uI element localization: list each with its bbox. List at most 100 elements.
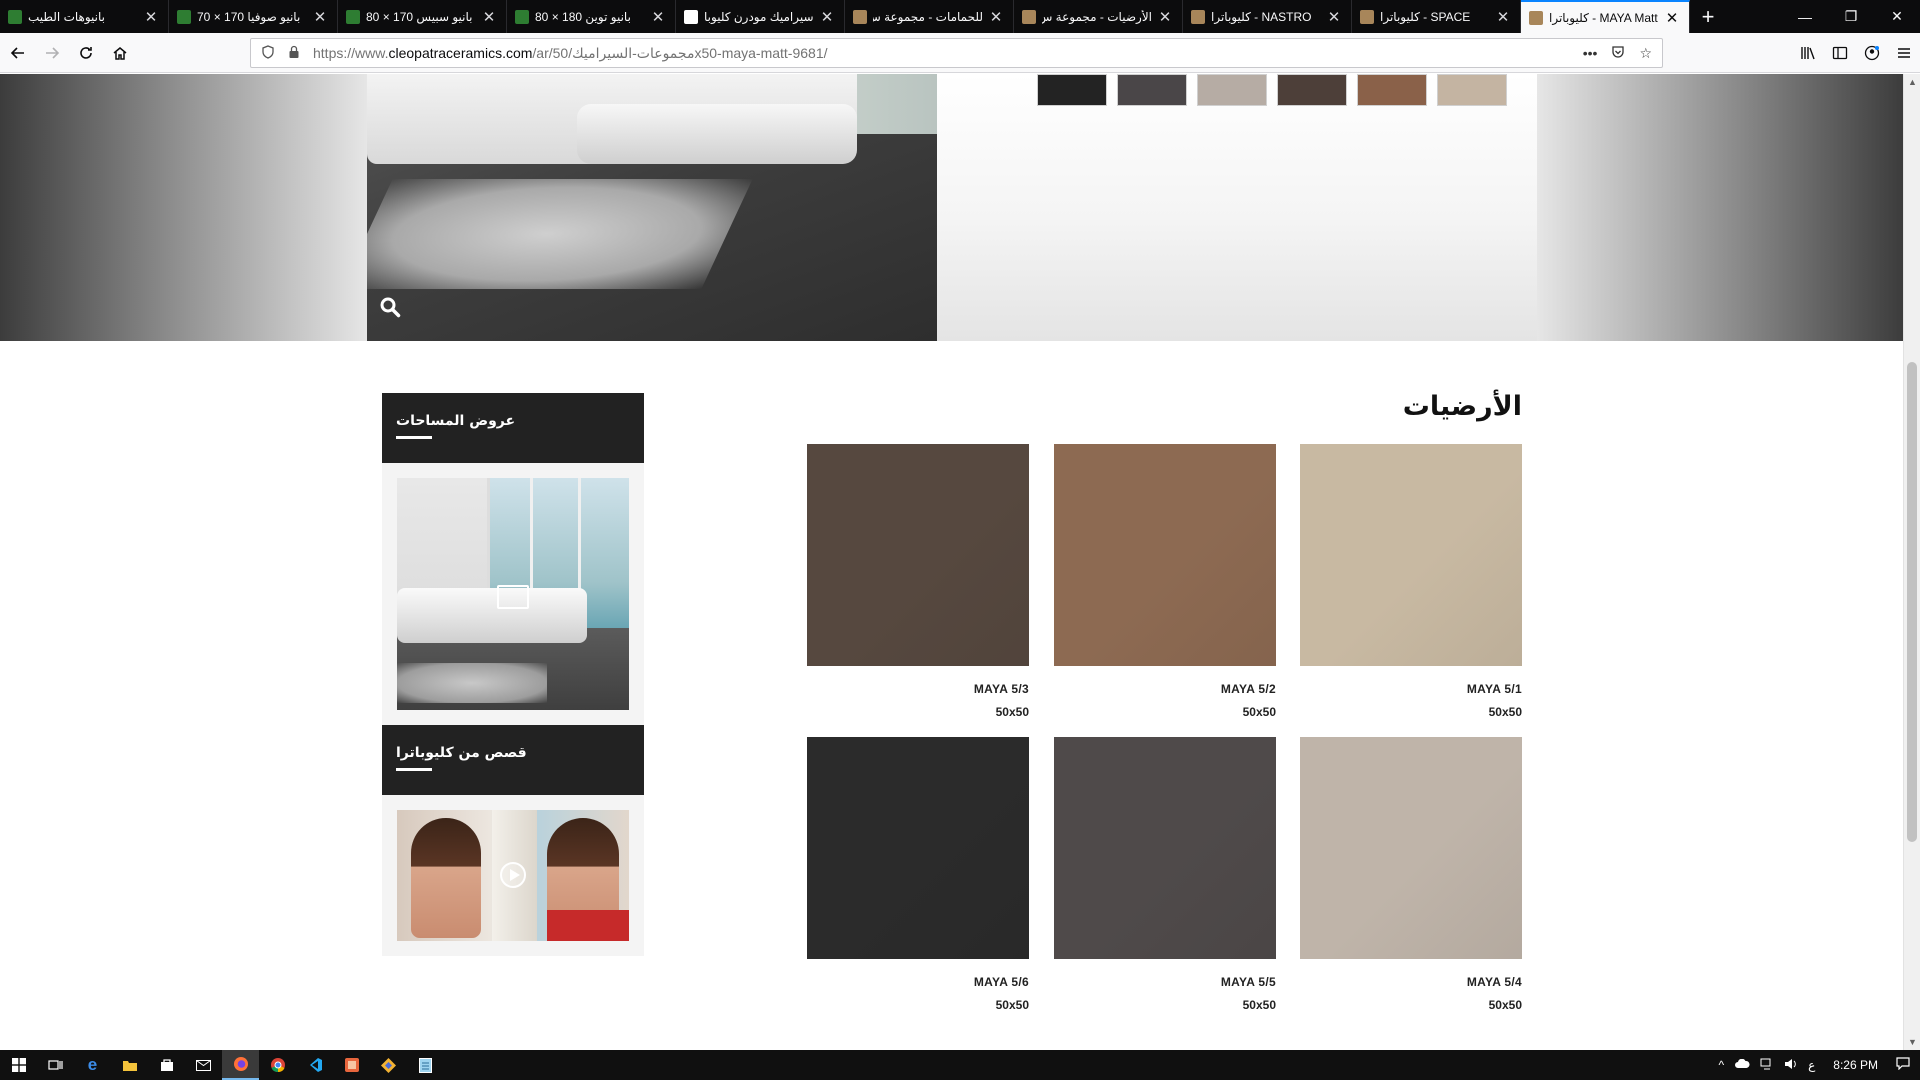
tile-name[interactable]: MAYA 5/4: [1300, 975, 1522, 989]
app-orange-icon[interactable]: [333, 1050, 370, 1080]
back-button[interactable]: [2, 37, 34, 69]
tab-close-icon[interactable]: ✕: [649, 8, 667, 26]
action-center-icon[interactable]: [1896, 1057, 1910, 1073]
browser-tab[interactable]: بانيو سبيس 170 × 80 ✕: [338, 0, 507, 33]
minimize-button[interactable]: —: [1782, 0, 1828, 33]
edge-browser-icon[interactable]: e: [74, 1050, 111, 1080]
restore-button[interactable]: ❐: [1828, 0, 1874, 33]
tile-image[interactable]: [1300, 737, 1522, 959]
floor-tile-card[interactable]: MAYA 5/4 50x50: [1300, 737, 1522, 1012]
menu-icon[interactable]: [1888, 37, 1920, 69]
floor-tile-card[interactable]: MAYA 5/1 50x50: [1300, 444, 1522, 719]
browser-tab[interactable]: بانيوهات الطيب ✕: [0, 0, 169, 33]
tab-close-icon[interactable]: ✕: [142, 8, 160, 26]
browser-tab[interactable]: سيراميك مودرن كليوبا ✕: [676, 0, 845, 33]
tab-close-icon[interactable]: ✕: [1325, 8, 1343, 26]
notepad-icon[interactable]: [407, 1050, 444, 1080]
tile-image[interactable]: [1300, 444, 1522, 666]
tile-image[interactable]: [1054, 444, 1276, 666]
pocket-icon[interactable]: [1611, 45, 1625, 62]
tile-image[interactable]: [807, 737, 1029, 959]
zoom-search-icon[interactable]: [379, 296, 405, 322]
chrome-icon[interactable]: [259, 1050, 296, 1080]
tile-name[interactable]: MAYA 5/1: [1300, 682, 1522, 696]
library-icon[interactable]: [1792, 37, 1824, 69]
home-button[interactable]: [104, 37, 136, 69]
story-person-left: [411, 818, 481, 938]
forward-button[interactable]: [36, 37, 68, 69]
account-icon[interactable]: [1856, 37, 1888, 69]
scrollbar-thumb[interactable]: [1907, 362, 1917, 842]
browser-tab[interactable]: الأرضيات - مجموعة س ✕: [1014, 0, 1183, 33]
tab-close-icon[interactable]: ✕: [1663, 9, 1681, 27]
color-swatch[interactable]: [1437, 74, 1507, 106]
browser-tab-active[interactable]: MAYA Matt - كليوباترا ✕: [1521, 0, 1690, 33]
sidebar-toggle-icon[interactable]: [1824, 37, 1856, 69]
address-bar[interactable]: https://www.cleopatraceramics.com/ar/50/…: [250, 38, 1663, 68]
product-main-photo[interactable]: [367, 74, 937, 341]
file-explorer-icon[interactable]: [111, 1050, 148, 1080]
system-clock[interactable]: 8:26 PM: [1833, 1058, 1878, 1072]
color-swatches: [1037, 74, 1507, 106]
reload-button[interactable]: [70, 37, 102, 69]
floor-tile-card[interactable]: MAYA 5/2 50x50: [1054, 444, 1276, 719]
story-video-thumbnail[interactable]: [397, 810, 629, 941]
floor-tile-card[interactable]: MAYA 5/5 50x50: [1054, 737, 1276, 1012]
promo-image[interactable]: [397, 478, 629, 710]
color-swatch[interactable]: [1357, 74, 1427, 106]
mail-icon[interactable]: [185, 1050, 222, 1080]
promo-image-rug: [397, 663, 547, 703]
vscode-icon[interactable]: [296, 1050, 333, 1080]
tab-title: بانيوهات الطيب: [28, 9, 106, 24]
tab-close-icon[interactable]: ✕: [987, 8, 1005, 26]
browser-tab[interactable]: بانيو صوفيا 170 × 70 ✕: [169, 0, 338, 33]
color-swatch[interactable]: [1117, 74, 1187, 106]
chevron-up-icon[interactable]: ^: [1718, 1058, 1724, 1072]
firefox-icon[interactable]: [222, 1050, 259, 1080]
scroll-down-icon[interactable]: ▼: [1904, 1034, 1920, 1050]
browser-tab-strip: بانيوهات الطيب ✕ بانيو صوفيا 170 × 70 ✕ باني…: [0, 0, 1920, 33]
close-window-button[interactable]: ✕: [1874, 0, 1920, 33]
input-language-indicator[interactable]: ع: [1808, 1058, 1815, 1072]
onedrive-cloud-icon[interactable]: [1734, 1058, 1750, 1072]
product-hero: [0, 74, 1903, 341]
browser-tab[interactable]: بانيو توين 180 × 80 ✕: [507, 0, 676, 33]
page-scrollbar[interactable]: ▲ ▼: [1903, 74, 1920, 1050]
task-view-icon[interactable]: [37, 1050, 74, 1080]
tab-close-icon[interactable]: ✕: [1494, 8, 1512, 26]
lock-icon[interactable]: [287, 45, 303, 62]
browser-tab[interactable]: NASTRO - كليوباترا ✕: [1183, 0, 1352, 33]
network-icon[interactable]: [1760, 1058, 1774, 1073]
app-diamond-icon[interactable]: [370, 1050, 407, 1080]
tab-favicon-icon: [1529, 10, 1543, 25]
promo-widget-title: عروض المساحات: [396, 413, 516, 429]
tile-image[interactable]: [1054, 737, 1276, 959]
bookmark-star-icon[interactable]: ☆: [1639, 45, 1652, 62]
start-windows-icon[interactable]: [0, 1050, 37, 1080]
color-swatch[interactable]: [1277, 74, 1347, 106]
floor-tile-card[interactable]: MAYA 5/6 50x50: [807, 737, 1029, 1012]
color-swatch[interactable]: [1197, 74, 1267, 106]
browser-tab[interactable]: للحمامات - مجموعة س ✕: [845, 0, 1014, 33]
tile-name[interactable]: MAYA 5/3: [807, 682, 1029, 696]
browser-tab[interactable]: SPACE - كليوباترا ✕: [1352, 0, 1521, 33]
tab-close-icon[interactable]: ✕: [311, 8, 329, 26]
tab-title: سيراميك مودرن كليوبا: [704, 9, 814, 24]
tile-name[interactable]: MAYA 5/5: [1054, 975, 1276, 989]
new-tab-button[interactable]: +: [1690, 0, 1726, 33]
floor-tile-card[interactable]: MAYA 5/3 50x50: [807, 444, 1029, 719]
tab-close-icon[interactable]: ✕: [818, 8, 836, 26]
color-swatch[interactable]: [1037, 74, 1107, 106]
volume-icon[interactable]: [1784, 1058, 1798, 1073]
page-actions-icon[interactable]: •••: [1583, 45, 1598, 62]
play-icon[interactable]: [500, 862, 526, 888]
tile-image[interactable]: [807, 444, 1029, 666]
hero-side-right: [1537, 74, 1903, 341]
tab-close-icon[interactable]: ✕: [480, 8, 498, 26]
tile-name[interactable]: MAYA 5/2: [1054, 682, 1276, 696]
tile-name[interactable]: MAYA 5/6: [807, 975, 1029, 989]
store-icon[interactable]: [148, 1050, 185, 1080]
tab-close-icon[interactable]: ✕: [1156, 8, 1174, 26]
scroll-up-icon[interactable]: ▲: [1904, 74, 1920, 90]
tracking-shield-icon[interactable]: [261, 44, 277, 62]
